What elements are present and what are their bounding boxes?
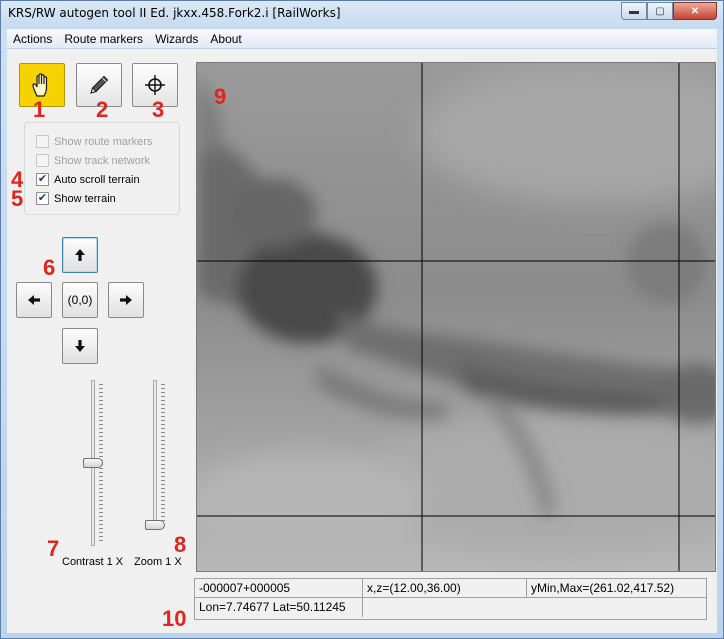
pencil-icon: [90, 75, 109, 94]
callout-5: 5: [11, 186, 24, 211]
auto-scroll-terrain-label: Auto scroll terrain: [54, 173, 140, 186]
contrast-label: Contrast 1 X: [62, 556, 124, 568]
callout-8: 8: [174, 532, 187, 557]
arrow-up-icon: [75, 249, 85, 261]
title-bar[interactable]: KRS/RW autogen tool II Ed. jkxx.458.Fork…: [1, 1, 723, 29]
arrow-right-icon: [120, 295, 132, 305]
window-controls: ▬ ▢ ✕: [621, 2, 717, 20]
show-route-markers-checkbox[interactable]: Show route markers: [36, 134, 152, 149]
show-track-network-checkbox[interactable]: Show track network: [36, 153, 150, 168]
menu-bar: Actions Route markers Wizards About: [7, 29, 717, 49]
callout-2: 2: [96, 97, 109, 122]
minimize-icon: ▬: [629, 5, 639, 17]
close-icon: ✕: [690, 5, 700, 17]
arrow-left-icon: [28, 295, 40, 305]
callout-6: 6: [43, 255, 56, 280]
status-bar: -000007+000005 x,z=(12.00,36.00) yMin,Ma…: [194, 578, 707, 620]
auto-scroll-terrain-checkbox[interactable]: ✔ Auto scroll terrain: [36, 172, 140, 187]
hand-icon: [32, 73, 48, 97]
callout-9: 9: [214, 84, 227, 109]
checkmark-icon: ✔: [37, 173, 48, 185]
center-origin-button[interactable]: (0,0): [62, 282, 98, 318]
scroll-up-button[interactable]: [62, 237, 98, 273]
status-empty: [363, 598, 706, 617]
show-track-network-label: Show track network: [54, 154, 150, 167]
show-terrain-label: Show terrain: [54, 192, 116, 205]
scroll-left-button[interactable]: [16, 282, 52, 318]
zoom-slider-ticks: [161, 384, 165, 521]
maximize-icon: ▢: [655, 5, 665, 17]
window-title: KRS/RW autogen tool II Ed. jkxx.458.Fork…: [8, 6, 341, 20]
zoom-slider-track[interactable]: [153, 380, 157, 530]
show-route-markers-box[interactable]: [36, 135, 49, 148]
zoom-slider-thumb[interactable]: [145, 520, 165, 530]
show-terrain-box[interactable]: ✔: [36, 192, 49, 205]
contrast-slider[interactable]: [83, 380, 107, 546]
maximize-button[interactable]: ▢: [647, 2, 673, 20]
app-window: KRS/RW autogen tool II Ed. jkxx.458.Fork…: [0, 0, 724, 639]
menu-about[interactable]: About: [204, 30, 247, 48]
menu-wizards[interactable]: Wizards: [149, 30, 204, 48]
options-group: Show route markers Show track network ✔ …: [24, 122, 180, 215]
callout-1: 1: [33, 97, 46, 122]
status-lon-lat: Lon=7.74677 Lat=50.11245: [195, 598, 363, 617]
zoom-label: Zoom 1 X: [134, 556, 182, 568]
menu-route-markers[interactable]: Route markers: [58, 30, 149, 48]
terrain-view[interactable]: 9: [196, 62, 716, 572]
status-ymin-max: yMin,Max=(261.02,417.52): [527, 579, 706, 598]
show-track-network-box[interactable]: [36, 154, 49, 167]
scroll-down-button[interactable]: [62, 328, 98, 364]
close-button[interactable]: ✕: [673, 2, 717, 20]
center-origin-label: (0,0): [67, 293, 93, 307]
callout-10: 10: [162, 606, 187, 631]
crosshair-icon: [145, 75, 165, 95]
contrast-slider-thumb[interactable]: [83, 458, 103, 468]
client-area: 1 2 3 Show route markers Show track netw…: [7, 49, 717, 633]
checkmark-icon: ✔: [37, 192, 48, 204]
show-route-markers-label: Show route markers: [54, 135, 153, 148]
scroll-right-button[interactable]: [108, 282, 144, 318]
zoom-slider[interactable]: [145, 380, 169, 530]
terrain-heightmap: [197, 63, 715, 571]
menu-actions[interactable]: Actions: [7, 30, 58, 48]
status-tile-id: -000007+000005: [195, 579, 363, 598]
auto-scroll-terrain-box[interactable]: ✔: [36, 173, 49, 186]
callout-3: 3: [152, 97, 165, 122]
minimize-button[interactable]: ▬: [621, 2, 647, 20]
status-xz-coords: x,z=(12.00,36.00): [363, 579, 527, 598]
callout-7: 7: [47, 536, 60, 561]
show-terrain-checkbox[interactable]: ✔ Show terrain: [36, 191, 116, 206]
arrow-down-icon: [75, 340, 85, 352]
